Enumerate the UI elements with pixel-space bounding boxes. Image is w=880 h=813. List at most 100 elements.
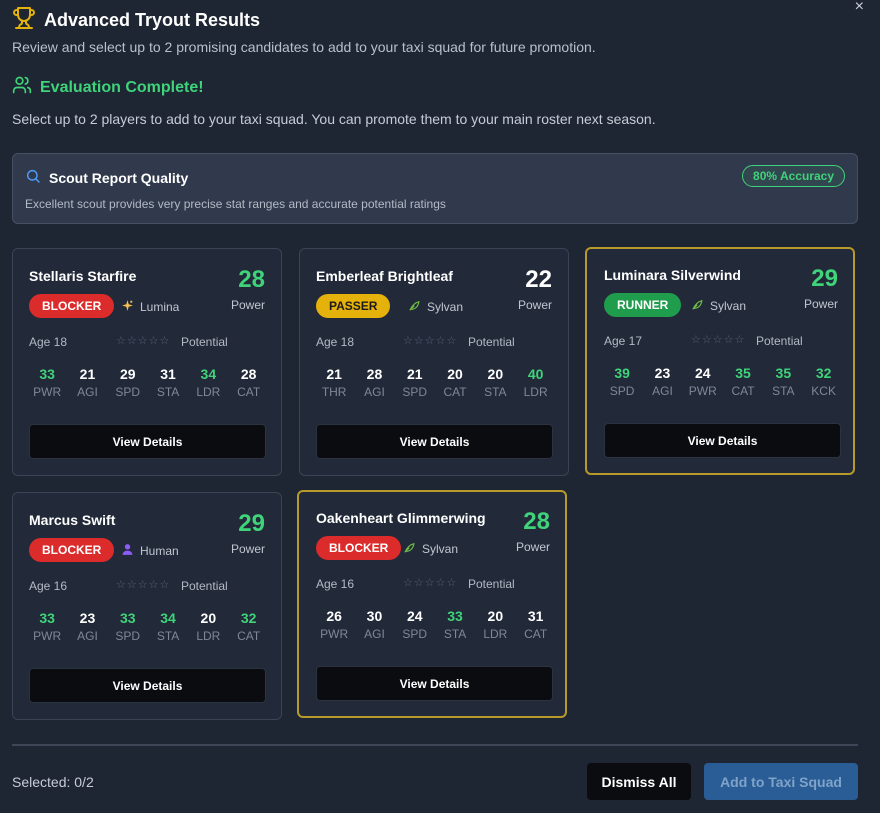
stats-row: 33 PWR 21 AGI 29 SPD 31 STA 34 LDR 28 CA… xyxy=(27,366,269,399)
power-label: Power xyxy=(515,540,550,554)
stats-row: 21 THR 28 AGI 21 SPD 20 CAT 20 STA 40 LD… xyxy=(314,366,556,399)
race: Sylvan xyxy=(691,298,746,314)
power-value: 22 xyxy=(525,266,552,293)
stat-label: STA xyxy=(156,629,180,643)
stat-label: AGI xyxy=(364,385,385,399)
stat-item: 26 PWR xyxy=(314,608,354,641)
power-label: Power xyxy=(230,542,265,556)
race-label: Human xyxy=(140,544,179,558)
stat-item: 20 STA xyxy=(475,366,515,399)
view-details-button[interactable]: View Details xyxy=(604,423,841,458)
power-label: Power xyxy=(230,298,265,312)
stat-item: 35 STA xyxy=(763,365,803,398)
stat-label: LDR xyxy=(483,627,508,641)
stat-label: CAT xyxy=(237,629,261,643)
position-badge: BLOCKER xyxy=(316,536,402,560)
player-name: Emberleaf Brightleaf xyxy=(316,268,453,284)
stat-item: 29 SPD xyxy=(108,366,148,399)
accuracy-badge: 80% Accuracy xyxy=(742,165,845,187)
stat-value: 32 xyxy=(815,365,832,381)
player-age: Age 17 xyxy=(604,334,643,348)
stat-value: 23 xyxy=(79,610,96,626)
position-badge: BLOCKER xyxy=(29,294,115,318)
stat-value: 20 xyxy=(487,608,504,624)
stats-row: 39 SPD 23 AGI 24 PWR 35 CAT 35 STA 32 KC… xyxy=(602,365,844,398)
stat-label: CAT xyxy=(443,385,467,399)
stat-item: 20 CAT xyxy=(435,366,475,399)
scout-report-title: Scout Report Quality xyxy=(49,169,189,186)
scout-report-panel: Scout Report Quality Excellent scout pro… xyxy=(12,153,858,224)
person-icon xyxy=(121,543,134,559)
stat-value: 40 xyxy=(527,366,544,382)
view-details-button[interactable]: View Details xyxy=(316,666,553,701)
power-value: 29 xyxy=(238,510,265,537)
selected-count: Selected: 0/2 xyxy=(12,774,94,790)
dialog-header: Advanced Tryout Results xyxy=(12,6,260,35)
stat-item: 30 AGI xyxy=(354,608,394,641)
stat-label: CAT xyxy=(731,384,755,398)
dismiss-all-button[interactable]: Dismiss All xyxy=(587,763,691,800)
stat-value: 20 xyxy=(487,366,504,382)
stat-item: 40 LDR xyxy=(515,366,555,399)
stat-label: SPD xyxy=(115,629,141,643)
stat-label: LDR xyxy=(196,629,221,643)
stat-value: 35 xyxy=(735,365,751,381)
stat-value: 24 xyxy=(694,365,711,381)
player-card[interactable]: Marcus Swift 29 Power BLOCKER Human Age … xyxy=(12,492,282,720)
potential-stars: ☆☆☆☆☆ xyxy=(116,579,171,591)
stat-value: 20 xyxy=(200,610,217,626)
potential-label: Potential xyxy=(181,579,228,593)
player-name: Luminara Silverwind xyxy=(604,267,741,283)
stat-label: KCK xyxy=(811,384,836,398)
race: Sylvan xyxy=(403,541,458,557)
player-name: Oakenheart Glimmerwing xyxy=(316,510,486,526)
search-icon xyxy=(25,168,41,187)
selection-instruction: Select up to 2 players to add to your ta… xyxy=(12,111,656,127)
potential-label: Potential xyxy=(181,335,228,349)
stat-label: AGI xyxy=(364,627,385,641)
stat-item: 34 STA xyxy=(148,610,188,643)
power-value: 28 xyxy=(238,266,265,293)
stat-item: 33 PWR xyxy=(27,610,67,643)
player-card[interactable]: Emberleaf Brightleaf 22 Power PASSER Syl… xyxy=(299,248,569,476)
add-to-taxi-squad-button[interactable]: Add to Taxi Squad xyxy=(704,763,858,800)
stat-item: 20 LDR xyxy=(475,608,515,641)
sparkle-icon xyxy=(121,299,134,315)
stat-value: 21 xyxy=(79,366,96,382)
potential-stars: ☆☆☆☆☆ xyxy=(116,335,171,347)
stat-label: CAT xyxy=(524,627,548,641)
potential-label: Potential xyxy=(468,577,515,591)
stat-item: 31 CAT xyxy=(515,608,555,641)
evaluation-status: Evaluation Complete! xyxy=(12,75,204,100)
stat-label: STA xyxy=(484,385,507,399)
stat-label: AGI xyxy=(652,384,673,398)
stat-value: 23 xyxy=(654,365,671,381)
stat-item: 21 THR xyxy=(314,366,354,399)
stat-label: STA xyxy=(443,627,467,641)
potential-label: Potential xyxy=(756,334,803,348)
stat-item: 39 SPD xyxy=(602,365,642,398)
player-card[interactable]: Oakenheart Glimmerwing 28 Power BLOCKER … xyxy=(297,490,567,718)
view-details-button[interactable]: View Details xyxy=(29,424,266,459)
close-icon[interactable]: × xyxy=(855,0,864,15)
view-details-button[interactable]: View Details xyxy=(29,668,266,703)
leaf-icon xyxy=(408,299,421,315)
stat-value: 26 xyxy=(326,608,342,624)
race: Sylvan xyxy=(408,299,463,315)
player-name: Marcus Swift xyxy=(29,512,116,528)
player-card[interactable]: Luminara Silverwind 29 Power RUNNER Sylv… xyxy=(585,247,855,475)
stat-value: 33 xyxy=(39,610,55,626)
stat-label: LDR xyxy=(523,385,548,399)
stat-label: SPD xyxy=(402,627,428,641)
stat-value: 34 xyxy=(160,610,176,626)
stat-item: 23 AGI xyxy=(67,610,107,643)
stat-label: SPD xyxy=(115,385,141,399)
stat-value: 21 xyxy=(406,366,423,382)
stat-label: SPD xyxy=(609,384,635,398)
stat-label: STA xyxy=(156,385,180,399)
dialog-subtitle: Review and select up to 2 promising cand… xyxy=(12,39,596,55)
view-details-button[interactable]: View Details xyxy=(316,424,553,459)
player-card[interactable]: Stellaris Starfire 28 Power BLOCKER Lumi… xyxy=(12,248,282,476)
stat-item: 21 SPD xyxy=(395,366,435,399)
stat-value: 21 xyxy=(326,366,342,382)
